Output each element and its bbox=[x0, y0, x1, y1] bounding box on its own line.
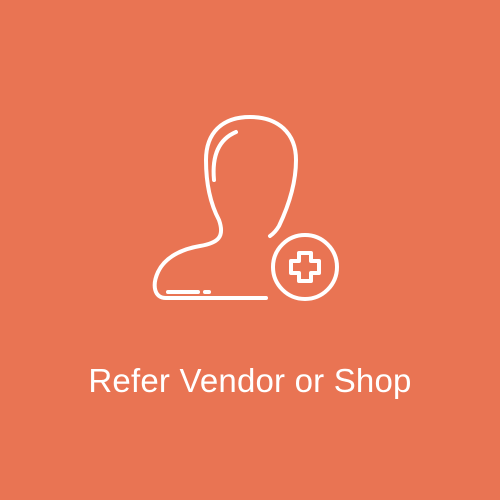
head-highlight bbox=[211, 130, 238, 182]
plus-badge-circle bbox=[271, 233, 339, 301]
tile-label: Refer Vendor or Shop bbox=[88, 362, 412, 399]
user-add-icon bbox=[152, 115, 339, 301]
plus-icon bbox=[289, 251, 321, 283]
refer-vendor-tile[interactable]: Refer Vendor or Shop bbox=[0, 0, 500, 500]
